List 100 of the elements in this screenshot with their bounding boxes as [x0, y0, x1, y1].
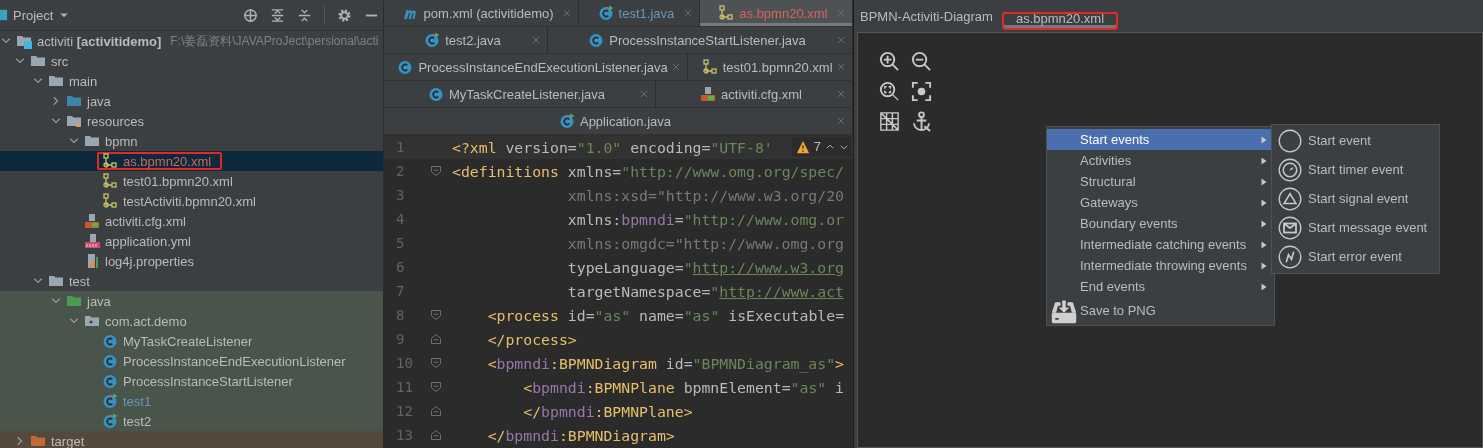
close-icon[interactable]	[836, 89, 846, 99]
tree-row[interactable]: as.bpmn20.xml	[0, 151, 383, 171]
fold-icon[interactable]	[430, 381, 442, 393]
tree-label: java	[86, 293, 112, 309]
menu-item[interactable]: Start timer event	[1272, 155, 1439, 184]
tree-row[interactable]: test	[0, 271, 383, 291]
warning-count[interactable]: 7	[813, 139, 821, 154]
grid-icon[interactable]	[878, 110, 901, 133]
tree-row[interactable]: main	[0, 71, 383, 91]
panel-title[interactable]: Project	[13, 7, 54, 23]
code-line: xmlns:xsd="http://www.w3.org/20	[566, 186, 844, 204]
tab-label: test01.bpmn20.xml	[722, 59, 833, 75]
tree-row[interactable]: bpmn	[0, 131, 383, 151]
tree-row[interactable]: testActiviti.bpmn20.xml	[0, 191, 383, 211]
tree-label: test01.bpmn20.xml	[122, 173, 234, 189]
zoom-in-icon[interactable]	[878, 50, 901, 73]
tree-row[interactable]: MyTaskCreateListener	[0, 331, 383, 351]
tree-row[interactable]: java	[0, 291, 383, 311]
close-icon[interactable]	[682, 8, 693, 18]
tree-row[interactable]: target	[0, 431, 383, 448]
class-icon	[558, 113, 575, 129]
xml-file-icon	[84, 213, 100, 229]
fold-icon[interactable]	[430, 165, 442, 177]
settings-icon[interactable]	[337, 7, 352, 23]
folder-icon	[30, 53, 46, 69]
line-number: 8	[395, 307, 406, 323]
close-icon[interactable]	[836, 116, 846, 126]
diagram-icon	[102, 153, 118, 169]
collapse-all-icon[interactable]	[297, 7, 312, 23]
close-icon[interactable]	[562, 8, 573, 18]
fold-icon[interactable]	[430, 429, 442, 441]
fold-icon[interactable]	[430, 357, 442, 369]
tree-label: bpmn	[104, 133, 139, 149]
tree-row[interactable]: com.act.demo	[0, 311, 383, 331]
tree-label: log4j.properties	[104, 253, 195, 269]
xml-file-icon	[700, 86, 717, 102]
line-number: 4	[395, 211, 406, 227]
anchor-icon[interactable]	[910, 110, 933, 133]
tab-label: as.bpmn20.xml	[739, 5, 828, 21]
close-icon[interactable]	[836, 35, 846, 45]
tree-label: ProcessInstanceEndExecutionListener	[122, 353, 347, 369]
zoom-out-icon[interactable]	[910, 50, 933, 73]
menu-item[interactable]: Start signal event	[1272, 184, 1439, 213]
tab-label: ProcessInstanceStartListener.java	[609, 32, 806, 48]
close-icon[interactable]	[639, 89, 650, 99]
diagram-icon	[701, 59, 718, 75]
menu-item[interactable]: Save to PNG	[1047, 298, 1274, 323]
tree-row[interactable]: activiti.cfg.xml	[0, 211, 383, 231]
menu-item[interactable]: Boundary events	[1047, 213, 1274, 234]
tree-row[interactable]: log4j.properties	[0, 251, 383, 271]
tree-row[interactable]: application.yml	[0, 231, 383, 251]
close-icon[interactable]	[671, 62, 682, 72]
line-number: 12	[395, 403, 414, 419]
menu-item[interactable]: Start event	[1272, 126, 1439, 155]
menu-item[interactable]: Activities	[1047, 150, 1274, 171]
center-icon[interactable]	[910, 80, 933, 103]
folder-icon	[48, 73, 64, 89]
menu-item[interactable]: Intermediate catching events	[1047, 234, 1274, 255]
submenu-arrow-icon	[1260, 240, 1268, 249]
close-icon[interactable]	[531, 35, 542, 45]
tree-row[interactable]: activiti [activitidemo] F:\姜磊资料\JAVAProJect\persional\acti	[0, 31, 383, 51]
code-line: typeLanguage="http://www.w3.org	[566, 258, 844, 276]
menu-item[interactable]: Start error event	[1272, 242, 1439, 271]
diagram-tab[interactable]: BPMN-Activiti-Diagram	[860, 9, 999, 32]
menu-item[interactable]: Intermediate throwing events	[1047, 255, 1274, 276]
fold-icon[interactable]	[430, 405, 442, 417]
code-line: targetNamespace="http://www.act	[566, 282, 844, 300]
tree-label: java	[86, 93, 112, 109]
class-icon	[102, 393, 118, 409]
diagram-tab[interactable]: as.bpmn20.xml	[1001, 12, 1119, 30]
tree-row[interactable]: test2	[0, 411, 383, 431]
tree-row[interactable]: ProcessInstanceStartListener	[0, 371, 383, 391]
tab-label: ProcessInstanceEndExecutionListener.java	[418, 59, 668, 75]
tree-label: activiti [activitidemo]	[36, 33, 163, 49]
fold-icon[interactable]	[430, 333, 442, 345]
menu-item[interactable]: Start events	[1047, 129, 1274, 150]
tab-label: test2.java	[445, 32, 501, 48]
tree-row[interactable]: test01.bpmn20.xml	[0, 171, 383, 191]
submenu-arrow-icon	[1260, 177, 1268, 186]
locate-icon[interactable]	[243, 7, 258, 23]
class-icon	[597, 5, 614, 21]
diagram-icon	[102, 193, 118, 209]
tree-row[interactable]: ProcessInstanceEndExecutionListener	[0, 351, 383, 371]
diagram-icon	[102, 173, 118, 189]
class-icon	[102, 413, 118, 429]
menu-item[interactable]: Gateways	[1047, 192, 1274, 213]
tree-row[interactable]: java	[0, 91, 383, 111]
close-icon[interactable]	[836, 62, 846, 72]
tree-row[interactable]: src	[0, 51, 383, 71]
tree-row[interactable]: resources	[0, 111, 383, 131]
line-number: 7	[395, 283, 406, 299]
fold-icon[interactable]	[430, 309, 442, 321]
tree-label: test1	[122, 393, 153, 409]
menu-item[interactable]: End events	[1047, 276, 1274, 297]
zoom-fit-icon[interactable]	[878, 80, 901, 103]
menu-item[interactable]: Start message event	[1272, 213, 1439, 242]
menu-item[interactable]: Structural	[1047, 171, 1274, 192]
expand-all-icon[interactable]	[270, 7, 285, 23]
error-event-icon	[1278, 244, 1302, 269]
folder-icon	[66, 293, 82, 309]
